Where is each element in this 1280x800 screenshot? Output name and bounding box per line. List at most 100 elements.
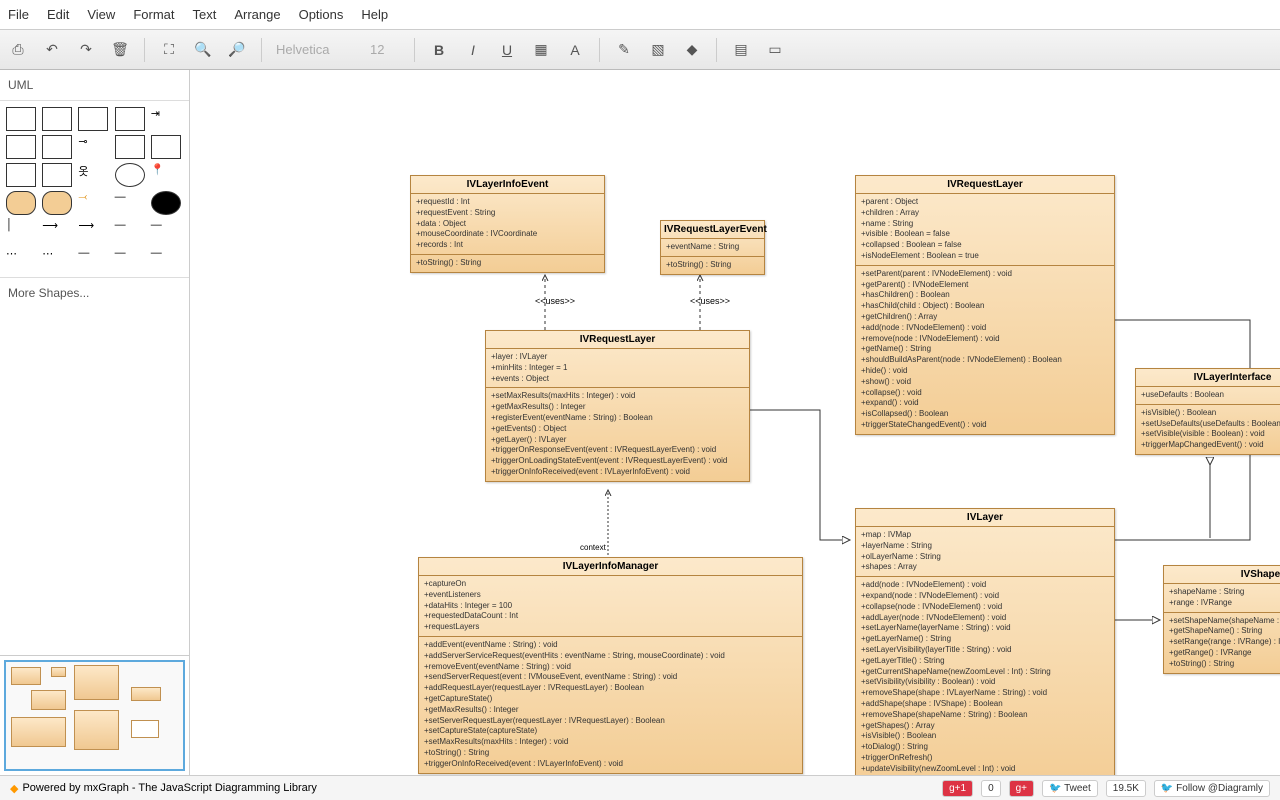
tweet-button[interactable]: 🐦 Tweet [1042,780,1098,797]
shape-line[interactable]: — [151,247,181,271]
uml-class[interactable]: IVShape +shapeName : String+range : IVRa… [1163,565,1280,674]
text-color-icon[interactable]: A [565,40,585,60]
shape-line[interactable]: ⟶ [42,219,72,243]
uml-class[interactable]: IVRequestLayer +parent : Object+children… [855,175,1115,435]
class-attrs: +captureOn+eventListeners+dataHits : Int… [419,576,802,637]
shape-line[interactable]: ⋯ [6,247,36,271]
font-selector[interactable]: Helvetica [276,42,356,57]
shape-rect[interactable] [115,135,145,159]
uml-class[interactable]: IVLayerInterface +useDefaults : Boolean … [1135,368,1280,455]
class-attrs: +requestId : Int+requestEvent : String+d… [411,194,604,255]
italic-icon[interactable]: I [463,40,483,60]
align-icon[interactable]: ▦ [531,40,551,60]
uml-class[interactable]: IVRequestLayer +layer : IVLayer+minHits … [485,330,750,482]
undo-icon[interactable]: ↶ [42,40,62,60]
outline-view[interactable] [4,660,185,771]
shape-rect[interactable] [78,107,108,131]
zoom-in-icon[interactable]: 🔍 [193,40,213,60]
menu-view[interactable]: View [87,7,115,22]
class-title: IVShape [1164,566,1280,584]
tweet-count: 19.5K [1106,780,1146,797]
class-attrs: +eventName : String [661,239,764,257]
menu-arrange[interactable]: Arrange [234,7,280,22]
bold-icon[interactable]: B [429,40,449,60]
layer-icon[interactable]: ▤ [731,40,751,60]
menu-options[interactable]: Options [299,7,344,22]
fill-icon[interactable]: ▧ [648,40,668,60]
class-ops: +toString() : String [411,255,604,272]
menu-text[interactable]: Text [192,7,216,22]
more-shapes-link[interactable]: More Shapes... [0,277,189,308]
gplus-icon[interactable]: g+ [1009,780,1034,797]
class-ops: +toString() : String [661,257,764,274]
print-icon[interactable]: ⎙ [8,40,28,60]
follow-button[interactable]: 🐦 Follow @Diagramly [1154,780,1270,797]
shape-line[interactable]: — [115,219,145,243]
class-title: IVLayerInterface [1136,369,1280,387]
shape-round[interactable] [6,191,36,215]
shape-line[interactable]: ⟶ [78,219,108,243]
shape-rect[interactable] [42,135,72,159]
zoom-out-icon[interactable]: 🔎 [227,40,247,60]
gplus-count: 0 [981,780,1001,797]
shape-line[interactable]: ⋯ [42,247,72,271]
font-size-selector[interactable]: 12 [370,42,400,57]
class-title: IVLayer [856,509,1114,527]
powered-by: Powered by mxGraph - The JavaScript Diag… [22,782,316,794]
shape-line[interactable]: — [115,247,145,271]
shape-icon[interactable]: ▭ [765,40,785,60]
class-ops: +setMaxResults(maxHits : Integer) : void… [486,388,749,480]
class-attrs: +map : IVMap+layerName : String+olLayerN… [856,527,1114,577]
menubar: File Edit View Format Text Arrange Optio… [0,0,1280,30]
sidebar: UML ⇥ ⊸ 옷 📍 ⤙ — │ ⟶ ⟶ — — [0,70,190,775]
menu-edit[interactable]: Edit [47,7,69,22]
uml-class[interactable]: IVLayerInfoEvent +requestId : Int+reques… [410,175,605,273]
class-attrs: +useDefaults : Boolean [1136,387,1280,405]
class-ops: +setShapeName(shapeName : String) : void… [1164,613,1280,673]
class-title: IVRequestLayerEvent [661,221,764,239]
color-icon[interactable]: ◆ [682,40,702,60]
shape-fork[interactable]: ⤙ [78,191,108,215]
canvas[interactable]: <<uses>> <<uses>> context IVLayerInfoEve… [190,70,1280,775]
shape-rect[interactable] [42,163,72,187]
shape-ellipse[interactable] [115,163,145,187]
shape-arrow[interactable]: ⇥ [151,107,181,131]
menu-file[interactable]: File [8,7,29,22]
outline-panel [0,655,189,775]
gplus-badge[interactable]: g+1 [942,780,973,797]
shape-pin[interactable]: 📍 [151,163,181,187]
class-title: IVRequestLayer [856,176,1114,194]
shape-line[interactable]: — [151,219,181,243]
shape-rect[interactable] [6,107,36,131]
shape-round[interactable] [42,191,72,215]
shape-rect[interactable] [6,135,36,159]
shape-rect[interactable] [6,163,36,187]
shape-actor[interactable]: 옷 [78,163,108,187]
class-title: IVRequestLayer [486,331,749,349]
shape-line[interactable]: │ [6,219,36,243]
class-title: IVLayerInfoEvent [411,176,604,194]
shape-line[interactable]: — [78,247,108,271]
fit-icon[interactable]: ⛶ [159,40,179,60]
delete-icon[interactable]: 🗑 [110,40,130,60]
shape-rect[interactable] [42,107,72,131]
uml-class[interactable]: IVRequestLayerEvent +eventName : String … [660,220,765,275]
underline-icon[interactable]: U [497,40,517,60]
shape-dot[interactable] [151,191,181,215]
uml-class[interactable]: IVLayer +map : IVMap+layerName : String+… [855,508,1115,775]
shape-line[interactable]: — [115,191,145,215]
svg-text:<<uses>>: <<uses>> [690,296,730,306]
logo-icon: ◆ [10,782,18,795]
shape-rect[interactable] [151,135,181,159]
svg-text:<<uses>>: <<uses>> [535,296,575,306]
workspace: UML ⇥ ⊸ 옷 📍 ⤙ — │ ⟶ ⟶ — — [0,70,1280,775]
menu-format[interactable]: Format [133,7,174,22]
redo-icon[interactable]: ↷ [76,40,96,60]
class-ops: +isVisible() : Boolean+setUseDefaults(us… [1136,405,1280,454]
sidebar-title[interactable]: UML [0,70,189,101]
shape-rect[interactable] [115,107,145,131]
shape-lolli[interactable]: ⊸ [78,135,108,159]
pencil-icon[interactable]: ✎ [614,40,634,60]
menu-help[interactable]: Help [361,7,388,22]
uml-class[interactable]: IVLayerInfoManager +captureOn+eventListe… [418,557,803,774]
